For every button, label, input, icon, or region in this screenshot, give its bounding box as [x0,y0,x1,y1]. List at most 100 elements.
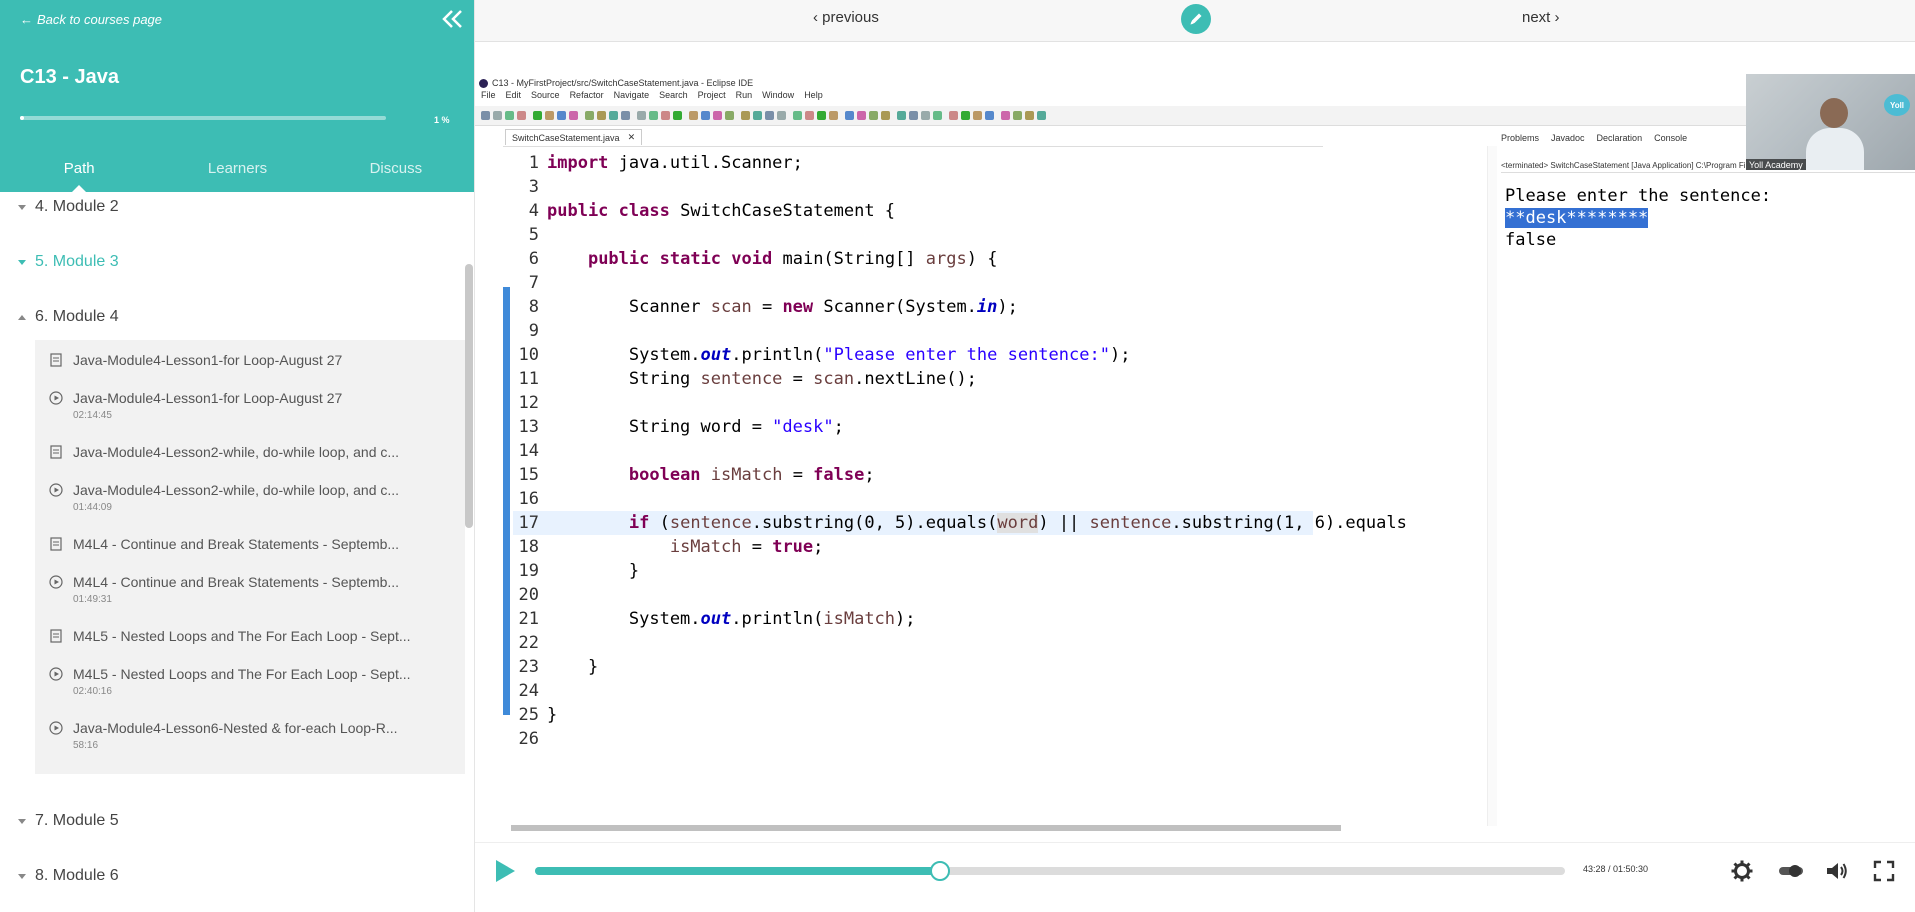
lesson-item[interactable]: Java-Module4-Lesson6-Nested & for-each L… [35,708,465,762]
caret-down-icon [18,818,26,824]
pencil-icon [1190,13,1202,25]
code-line: 22 [513,631,1313,655]
code-text: } [547,657,599,677]
module-item-4[interactable]: 6. Module 4 [0,302,465,332]
toolbar-icon [973,111,982,120]
toolbar-icon [533,111,542,120]
code-text: public class SwitchCaseStatement { [547,201,896,221]
code-line: 13 String word = "desk"; [513,415,1313,439]
toolbar-icon [609,111,618,120]
collapse-sidebar-button[interactable] [439,6,465,32]
tab-path[interactable]: Path [0,152,158,192]
module-item-6[interactable]: 8. Module 6 [0,861,465,891]
lesson-item[interactable]: Java-Module4-Lesson2-while, do-while loo… [35,470,465,524]
module-item-5[interactable]: 7. Module 5 [0,806,465,836]
play-button[interactable] [493,858,517,884]
volume-icon[interactable] [1825,859,1849,883]
toolbar-icon [985,111,994,120]
console-text: false [1505,230,1557,250]
code-text: System.out.println(isMatch); [547,609,916,629]
eclipse-menu-bar: File Edit Source Refactor Navigate Searc… [475,90,1915,105]
module-item-3[interactable]: 5. Module 3 [0,247,465,277]
lesson-item[interactable]: M4L4 - Continue and Break Statements - S… [35,524,465,562]
line-number: 14 [518,441,539,461]
toolbar-icon [909,111,918,120]
tab-problems: Problems [1501,133,1540,143]
eclipse-window-title: C13 - MyFirstProject/src/SwitchCaseState… [475,76,1915,90]
code-text: import java.util.Scanner; [547,153,803,173]
lesson-duration: 01:49:31 [73,594,112,605]
toolbar-icon [845,111,854,120]
previous-lesson-button[interactable]: ‹ previous [813,9,879,26]
line-number: 22 [518,633,539,653]
toolbar-icon [621,111,630,120]
code-line: 3 [513,175,1313,199]
toolbar-icon [1001,111,1010,120]
tab-console: Console [1654,133,1688,143]
toolbar-icon [829,111,838,120]
code-line: 10 System.out.println("Please enter the … [513,343,1313,367]
fullscreen-icon[interactable] [1872,859,1896,883]
console-view-tabs: Problems Javadoc Declaration Console [1501,130,1741,146]
presenter-webcam: Yoll Yoll Academy [1746,74,1915,170]
code-line: 18 isMatch = true; [513,535,1313,559]
video-player-screen[interactable]: C13 - MyFirstProject/src/SwitchCaseState… [475,42,1915,842]
yoll-logo: Yoll [1884,94,1910,116]
console-line: Please enter the sentence: [1505,185,1771,207]
sidebar-scrollbar[interactable] [465,264,473,528]
course-progress-fill [20,116,24,120]
toolbar-icon [1025,111,1034,120]
module-label: 4. Module 2 [35,198,119,215]
console-text-selected: **desk******** [1505,208,1649,228]
module-list: 4. Module 2 5. Module 3 6. Module 4 Java… [0,192,465,912]
line-number: 15 [518,465,539,485]
seek-bar[interactable] [535,861,1565,881]
module-item-2[interactable]: 4. Module 2 [0,192,465,222]
line-number: 26 [518,729,539,749]
lesson-item[interactable]: M4L5 - Nested Loops and The For Each Loo… [35,616,465,654]
gear-icon[interactable] [1730,859,1754,883]
toolbar-icon [741,111,750,120]
lesson-title: M4L5 - Nested Loops and The For Each Loo… [73,628,411,644]
lesson-item[interactable]: Java-Module4-Lesson2-while, do-while loo… [35,432,465,470]
pdf-icon [50,353,62,367]
lesson-item[interactable]: Java-Module4-Lesson1-for Loop-August 27 … [35,378,465,432]
sidebar-tabs: Path Learners Discuss [0,152,474,192]
code-line: 24 [513,679,1313,703]
tab-learners[interactable]: Learners [158,152,316,192]
code-line: 12 [513,391,1313,415]
lesson-item[interactable]: M4L4 - Continue and Break Statements - S… [35,562,465,616]
autoplay-toggle-icon[interactable] [1777,859,1805,883]
menu-refactor: Refactor [569,90,604,100]
toolbar-icon [597,111,606,120]
line-number: 6 [528,249,539,269]
line-number: 8 [528,297,539,317]
editor-horizontal-scrollbar [511,825,1341,831]
code-line: 4 public class SwitchCaseStatement { [513,199,1313,223]
toolbar-icon [869,111,878,120]
double-chevron-left-icon [442,10,462,28]
code-line: 7 [513,271,1313,295]
back-to-courses-link[interactable]: ← Back to courses page [20,12,162,27]
toolbar-icon [637,111,646,120]
lesson-title: M4L5 - Nested Loops and The For Each Loo… [73,666,411,682]
lesson-item[interactable]: M4L5 - Nested Loops and The For Each Loo… [35,654,465,708]
console-text: Please enter the sentence: [1505,186,1772,206]
menu-window: Window [762,90,795,100]
lesson-item[interactable]: Java-Module4-Lesson1-for Loop-August 27 [35,340,465,378]
edit-notes-button[interactable] [1181,4,1211,34]
line-number: 1 [528,153,539,173]
toolbar-icon [481,111,490,120]
play-circle-icon [49,391,63,405]
change-gutter [503,287,510,715]
line-number: 21 [518,609,539,629]
caret-up-icon [18,314,26,320]
console-line: false [1505,229,1556,251]
seek-handle[interactable] [929,861,950,881]
app-root: ← Back to courses page C13 - Java 1 % Pa… [0,0,1915,912]
code-text: boolean isMatch = false; [628,465,875,485]
tab-discuss[interactable]: Discuss [317,152,474,192]
next-lesson-button[interactable]: next › [1522,9,1560,26]
code-line: 15 boolean isMatch = false; [513,463,1313,487]
code-line: 20 [513,583,1313,607]
